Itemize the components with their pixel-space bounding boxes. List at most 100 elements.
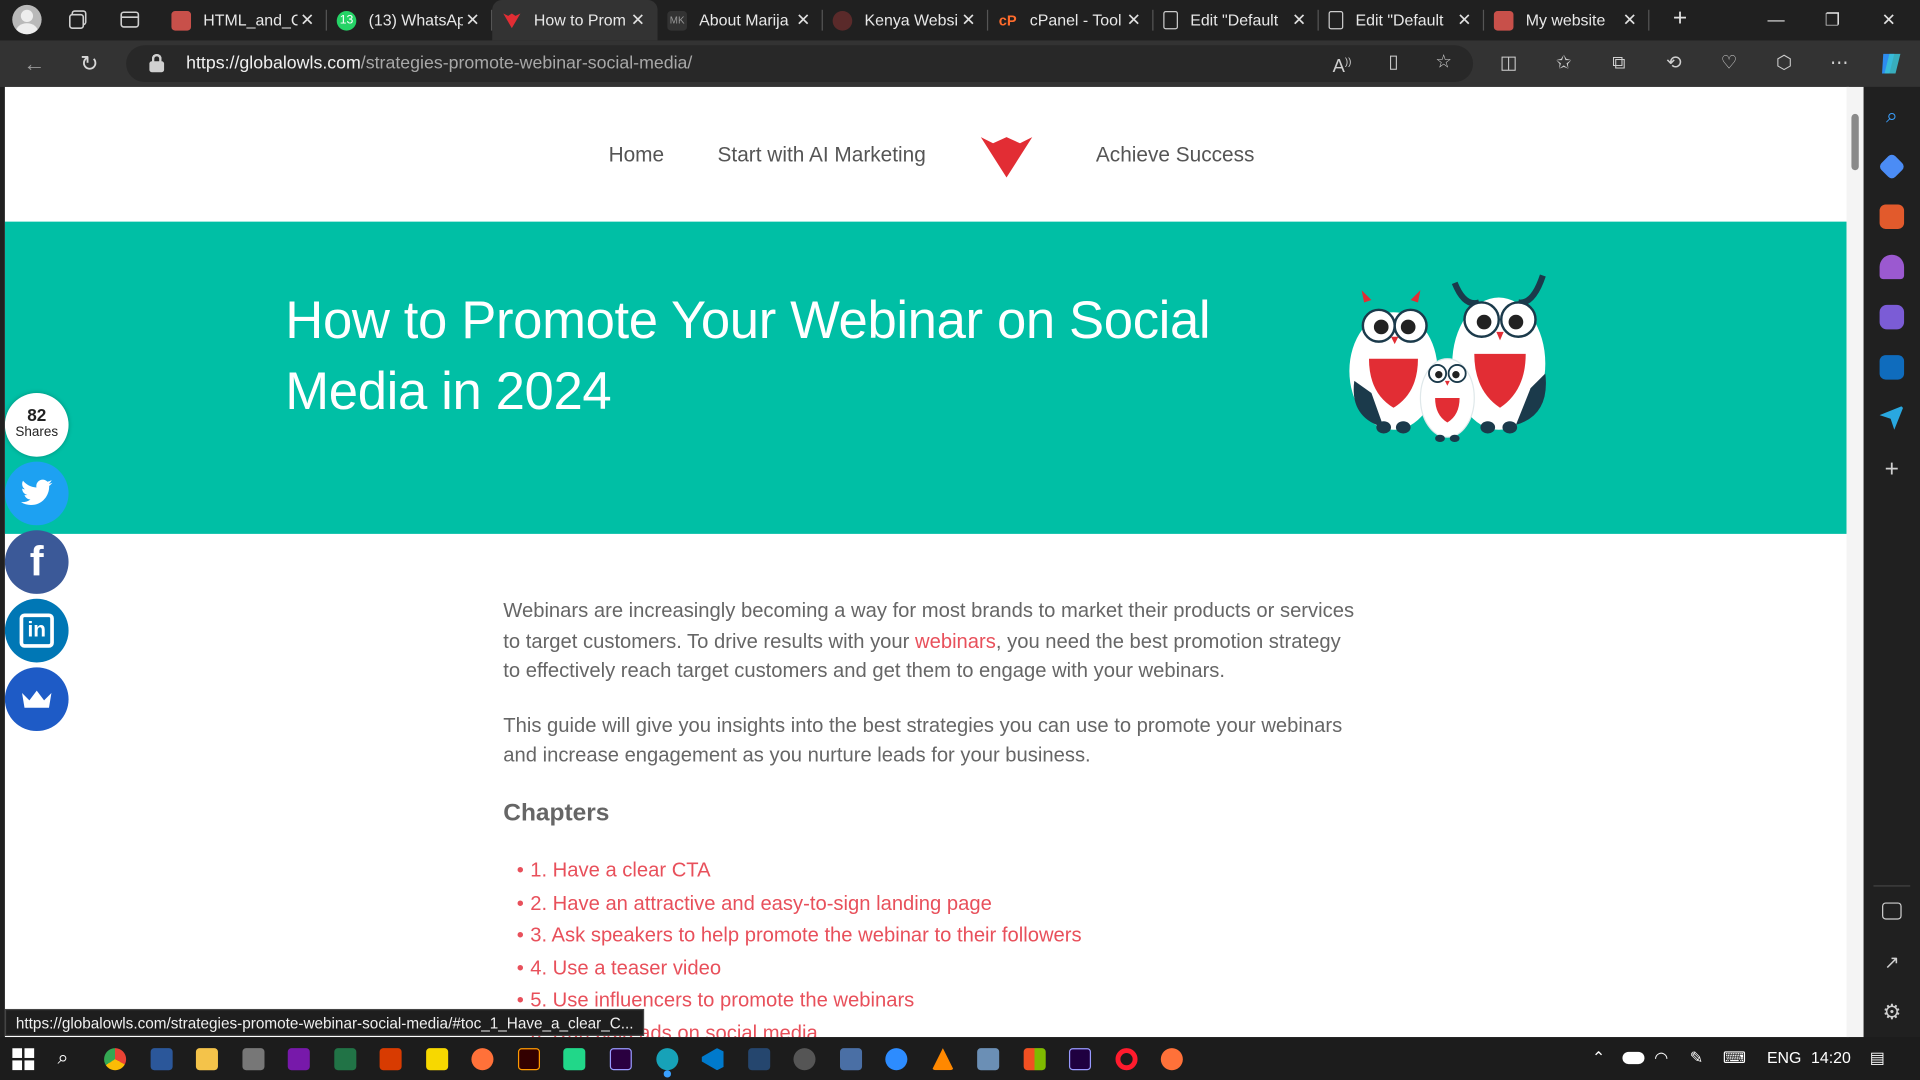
close-icon[interactable]: ✕ xyxy=(1455,10,1475,31)
new-tab-button[interactable]: + xyxy=(1665,5,1694,34)
sidebar-layout-icon[interactable] xyxy=(1882,902,1902,920)
tab-5[interactable]: cP cPanel - Tool ✕ xyxy=(988,0,1154,40)
close-icon[interactable]: ✕ xyxy=(1620,10,1640,31)
search-icon[interactable]: ⌕ xyxy=(1880,104,1904,128)
pycharm-icon[interactable] xyxy=(563,1048,586,1071)
file-explorer-icon[interactable] xyxy=(195,1048,218,1071)
nav-start-ai-marketing-link[interactable]: Start with AI Marketing xyxy=(718,143,926,167)
vscode-icon[interactable] xyxy=(701,1048,724,1071)
app-icon[interactable] xyxy=(1023,1048,1046,1071)
close-icon[interactable]: ✕ xyxy=(793,10,813,31)
after-effects-icon[interactable] xyxy=(1068,1048,1092,1071)
shopping-icon[interactable] xyxy=(1877,152,1906,181)
scrollbar-thumb[interactable] xyxy=(1851,113,1859,171)
back-button[interactable]: ← xyxy=(20,49,49,78)
office-icon[interactable] xyxy=(379,1048,402,1071)
performance-icon[interactable]: ♡ xyxy=(1717,51,1741,75)
excel-icon[interactable] xyxy=(334,1048,357,1071)
tab-4[interactable]: Kenya Websi ✕ xyxy=(823,0,989,40)
app-icon[interactable] xyxy=(242,1048,265,1071)
url-text[interactable]: https://globalowls.com/strategies-promot… xyxy=(186,54,692,74)
premiere-icon[interactable] xyxy=(609,1048,632,1071)
workspaces-icon[interactable] xyxy=(64,5,93,34)
tab-7[interactable]: Edit "Default ✕ xyxy=(1319,0,1485,40)
search-icon[interactable]: ⌕ xyxy=(58,1048,80,1070)
vertical-tabs-icon[interactable] xyxy=(115,5,144,34)
twitter-share-button[interactable] xyxy=(4,461,69,526)
obs-icon[interactable] xyxy=(793,1048,816,1071)
immersive-reader-icon[interactable]: ▯ xyxy=(1381,50,1405,74)
maximize-button[interactable]: ❐ xyxy=(1805,0,1860,40)
clock[interactable]: 14:20 xyxy=(1811,1048,1851,1066)
app-icon[interactable] xyxy=(840,1048,863,1071)
page-scrollbar[interactable] xyxy=(1846,86,1864,1038)
tab-0[interactable]: HTML_and_C ✕ xyxy=(162,0,327,40)
illustrator-icon[interactable] xyxy=(517,1048,541,1071)
wifi-icon[interactable]: ◠ xyxy=(1654,1048,1668,1068)
keyboard-icon[interactable]: ⌨ xyxy=(1723,1048,1746,1068)
more-menu-icon[interactable]: ⋯ xyxy=(1827,51,1851,75)
minimize-button[interactable]: — xyxy=(1749,0,1804,40)
toc-item[interactable]: 2. Have an attractive and easy-to-sign l… xyxy=(517,887,1361,919)
language-indicator[interactable]: ENG xyxy=(1767,1048,1801,1066)
webinars-link[interactable]: webinars xyxy=(915,630,996,652)
outlook-icon[interactable] xyxy=(1879,355,1905,380)
zoom-icon[interactable] xyxy=(885,1048,908,1071)
copilot-icon[interactable] xyxy=(1877,49,1906,78)
tab-6[interactable]: Edit "Default ✕ xyxy=(1153,0,1319,40)
tools-icon[interactable] xyxy=(1879,204,1905,229)
nav-achieve-success-link[interactable]: Achieve Success xyxy=(1096,143,1255,167)
heart-logo-icon[interactable] xyxy=(980,135,1034,179)
close-icon[interactable]: ✕ xyxy=(463,10,483,31)
read-aloud-icon[interactable]: A)) xyxy=(1330,50,1354,77)
app-icon[interactable] xyxy=(748,1048,771,1071)
send-icon[interactable] xyxy=(1879,405,1905,430)
favorites-icon[interactable]: ✩ xyxy=(1551,51,1575,75)
split-screen-icon[interactable]: ◫ xyxy=(1496,51,1520,75)
favorite-star-icon[interactable]: ☆ xyxy=(1431,50,1455,74)
windows-start-icon[interactable] xyxy=(12,1048,35,1071)
opera-icon[interactable] xyxy=(1115,1048,1138,1071)
firefox-icon[interactable] xyxy=(471,1048,494,1071)
sumo-share-button[interactable] xyxy=(4,667,69,732)
firefox-icon[interactable] xyxy=(1160,1048,1183,1071)
address-bar[interactable]: https://globalowls.com/strategies-promot… xyxy=(126,45,1474,83)
sticky-notes-icon[interactable] xyxy=(426,1048,449,1071)
refresh-button[interactable]: ↻ xyxy=(75,49,104,78)
close-icon[interactable]: ✕ xyxy=(1124,10,1144,31)
onedrive-icon[interactable] xyxy=(1622,1051,1645,1065)
lock-icon[interactable] xyxy=(149,53,165,73)
edge-icon[interactable] xyxy=(656,1048,679,1071)
history-icon[interactable]: ⟲ xyxy=(1662,51,1686,75)
tab-3[interactable]: MK About Marija ✕ xyxy=(658,0,823,40)
browser-essentials-icon[interactable]: ⬡ xyxy=(1772,51,1796,75)
toc-item[interactable]: 4. Use a teaser video xyxy=(517,952,1361,984)
notifications-icon[interactable]: ▤ xyxy=(1870,1048,1885,1068)
linkedin-share-button[interactable]: in xyxy=(4,598,69,663)
onenote-icon[interactable] xyxy=(287,1048,310,1071)
profile-avatar[interactable] xyxy=(12,4,42,35)
close-icon[interactable]: ✕ xyxy=(628,10,648,31)
show-hidden-icons[interactable]: ⌃ xyxy=(1592,1048,1605,1068)
close-window-button[interactable]: ✕ xyxy=(1861,0,1916,40)
games-icon[interactable] xyxy=(1879,254,1905,280)
nav-home-link[interactable]: Home xyxy=(609,143,665,167)
add-icon[interactable]: + xyxy=(1880,457,1904,481)
toc-item[interactable]: 3. Ask speakers to help promote the webi… xyxy=(517,920,1361,952)
facebook-share-button[interactable]: f xyxy=(4,530,69,594)
open-external-icon[interactable]: ↗ xyxy=(1880,951,1904,975)
word-icon[interactable] xyxy=(150,1048,173,1071)
close-icon[interactable]: ✕ xyxy=(298,10,318,31)
pen-icon[interactable]: ✎ xyxy=(1690,1048,1703,1068)
tab-8[interactable]: My website ✕ xyxy=(1484,0,1650,40)
close-icon[interactable]: ✕ xyxy=(1289,10,1309,31)
tab-2[interactable]: How to Prom ✕ xyxy=(492,0,658,41)
collections-icon[interactable]: ⧉ xyxy=(1607,51,1631,75)
close-icon[interactable]: ✕ xyxy=(959,10,979,31)
chrome-icon[interactable] xyxy=(104,1048,127,1071)
vlc-icon[interactable] xyxy=(931,1048,954,1071)
microsoft-365-icon[interactable] xyxy=(1879,304,1905,330)
settings-gear-icon[interactable]: ⚙ xyxy=(1880,1000,1904,1024)
app-icon[interactable] xyxy=(977,1048,1000,1071)
tab-1[interactable]: 13 (13) WhatsAp ✕ xyxy=(327,0,493,40)
